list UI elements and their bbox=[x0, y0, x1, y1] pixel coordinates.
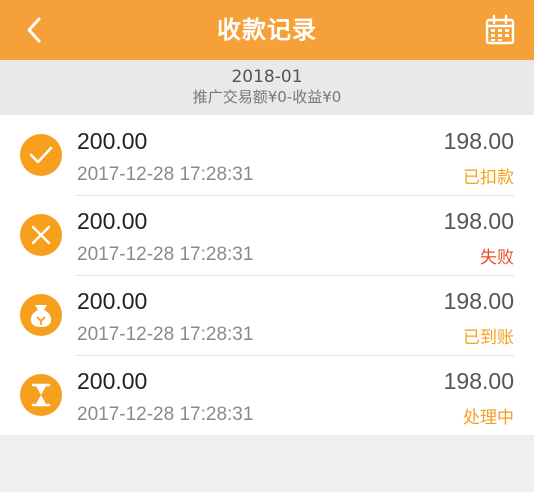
record-time: 2017-12-28 17:28:31 bbox=[77, 404, 254, 425]
record-row[interactable]: 200.00 2017-12-28 17:28:31 198.00 失败 bbox=[0, 195, 534, 275]
record-time: 2017-12-28 17:28:31 bbox=[77, 164, 254, 185]
record-net-amount: 198.00 bbox=[443, 288, 514, 314]
record-list: 200.00 2017-12-28 17:28:31 198.00 已扣款 20… bbox=[0, 115, 534, 435]
calendar-button[interactable] bbox=[484, 14, 516, 46]
record-time: 2017-12-28 17:28:31 bbox=[77, 244, 254, 265]
money-bag-icon bbox=[20, 294, 62, 336]
record-amount: 200.00 bbox=[77, 128, 148, 154]
record-row[interactable]: 200.00 2017-12-28 17:28:31 198.00 已扣款 bbox=[0, 115, 534, 195]
chevron-left-icon bbox=[27, 17, 41, 43]
record-amount: 200.00 bbox=[77, 368, 148, 394]
record-net-amount: 198.00 bbox=[443, 208, 514, 234]
cross-icon bbox=[20, 214, 62, 256]
summary-totals: 推广交易额¥0-收益¥0 bbox=[192, 88, 342, 106]
record-row[interactable]: 200.00 2017-12-28 17:28:31 198.00 处理中 bbox=[0, 355, 534, 435]
record-time: 2017-12-28 17:28:31 bbox=[77, 324, 254, 345]
record-status: 处理中 bbox=[463, 408, 514, 428]
back-button[interactable] bbox=[16, 12, 52, 48]
app-header: 收款记录 bbox=[0, 0, 534, 60]
record-net-amount: 198.00 bbox=[443, 368, 514, 394]
record-amount: 200.00 bbox=[77, 208, 148, 234]
hourglass-icon bbox=[20, 374, 62, 416]
record-amount: 200.00 bbox=[77, 288, 148, 314]
record-net-amount: 198.00 bbox=[443, 128, 514, 154]
month-summary: 2018-01 推广交易额¥0-收益¥0 bbox=[0, 60, 534, 115]
record-status: 已到账 bbox=[463, 328, 514, 348]
page-title: 收款记录 bbox=[217, 16, 317, 44]
check-icon bbox=[20, 134, 62, 176]
summary-month: 2018-01 bbox=[231, 67, 303, 87]
record-status: 已扣款 bbox=[463, 168, 514, 188]
record-status: 失败 bbox=[480, 248, 514, 268]
record-row[interactable]: 200.00 2017-12-28 17:28:31 198.00 已到账 bbox=[0, 275, 534, 355]
calendar-icon bbox=[485, 14, 515, 45]
